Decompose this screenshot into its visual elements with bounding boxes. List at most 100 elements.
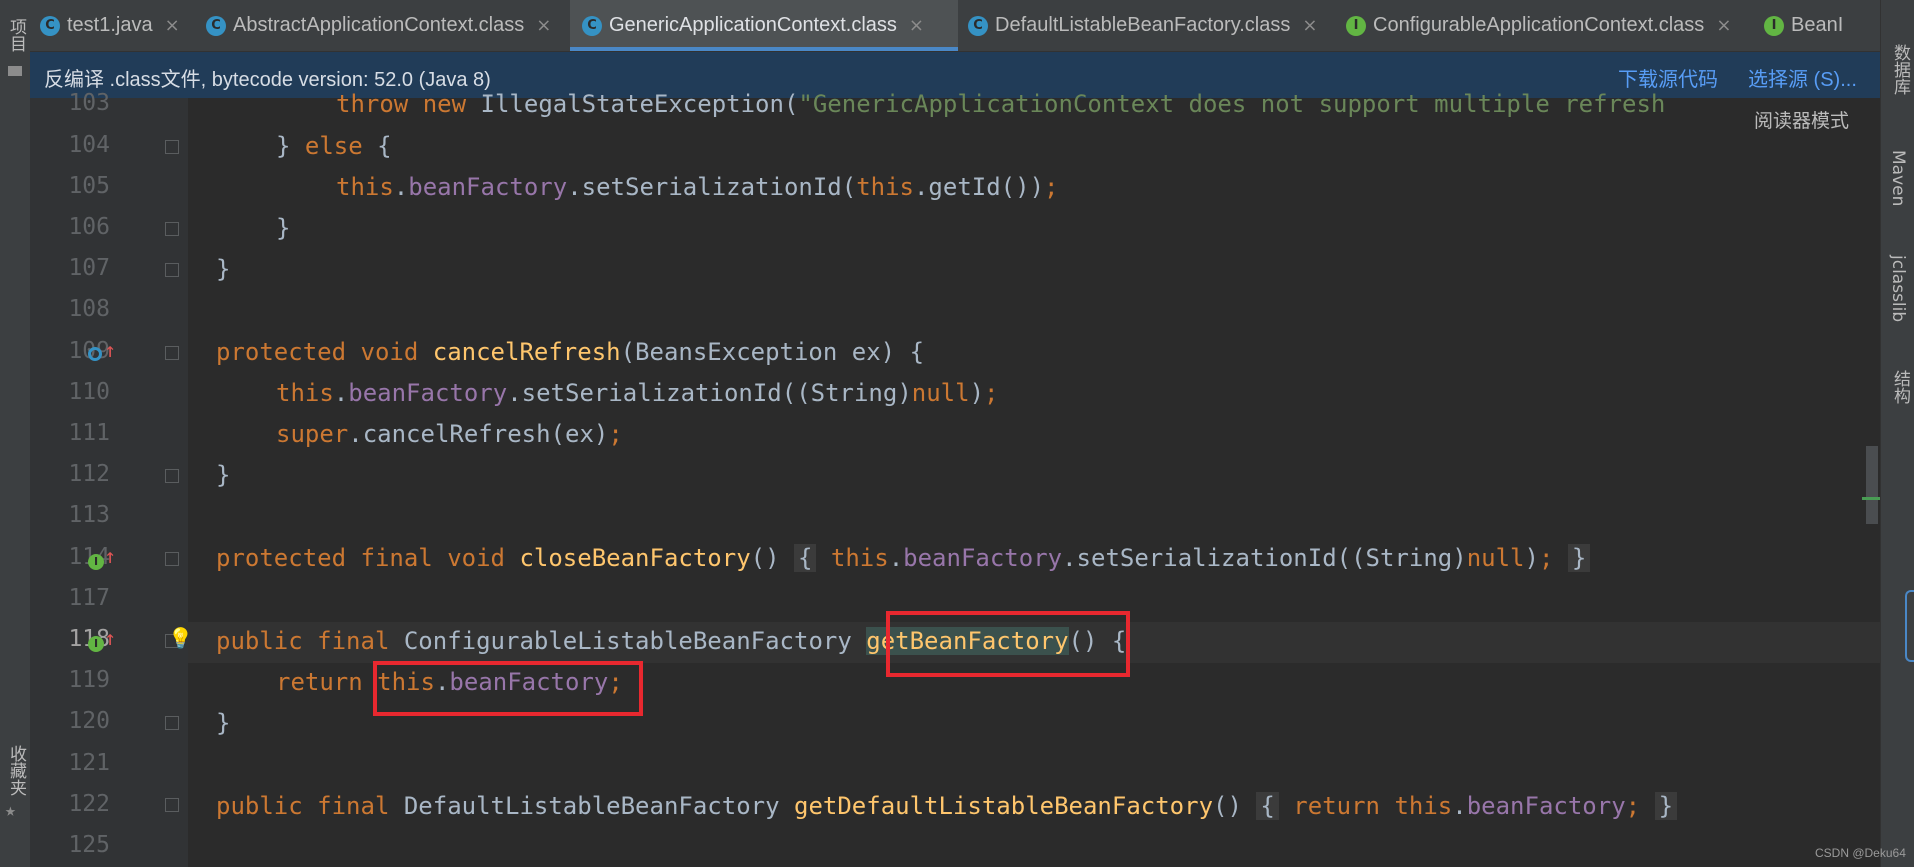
implements-icon[interactable]: I [88, 636, 104, 652]
fold-marker[interactable] [165, 140, 179, 154]
folder-icon [8, 66, 22, 76]
method-name: getDefaultListableBeanFactory [794, 792, 1214, 820]
code-line-109: protected void cancelRefresh(BeansExcept… [216, 332, 924, 372]
fold-marker[interactable] [165, 222, 179, 236]
folded-region-close[interactable]: } [1654, 792, 1678, 820]
semicolon: ; [1538, 544, 1554, 572]
code-text: () [1213, 792, 1242, 820]
database-tool-button[interactable]: 数据库 [1888, 44, 1913, 95]
tab-generic-application-context[interactable]: C GenericApplicationContext.class × [570, 0, 958, 51]
code-text: .setSerializationId((String) [507, 379, 912, 407]
keyword: return [276, 668, 363, 696]
close-icon[interactable]: × [1302, 15, 1317, 36]
highlight-box-getbeanfactory [886, 611, 1130, 677]
tab-default-listable-bean-factory[interactable]: C DefaultListableBeanFactory.class × [956, 0, 1338, 51]
semicolon: ; [608, 420, 623, 448]
tab-label: DefaultListableBeanFactory.class [995, 14, 1291, 36]
semicolon: ; [984, 379, 999, 407]
line-number: 111 [68, 420, 110, 446]
code-text: . [393, 173, 409, 201]
code-line-105: this.beanFactory.setSerializationId(this… [216, 167, 1058, 207]
code-line-120: } [216, 703, 230, 743]
favorites-tool-button[interactable]: 收藏夹 [4, 745, 29, 796]
editor-tab-bar: C test1.java × C AbstractApplicationCont… [30, 0, 1880, 52]
line-number: 104 [68, 132, 110, 158]
code-line-111: super.cancelRefresh(ex); [216, 414, 623, 454]
semicolon: ; [1044, 173, 1059, 201]
line-number: 120 [68, 708, 110, 734]
notification-indicator [1905, 590, 1914, 662]
tab-bean-interface[interactable]: I BeanI [1752, 0, 1880, 51]
keyword: public [216, 792, 303, 820]
vertical-scrollbar-thumb[interactable] [1866, 446, 1878, 524]
class-icon: C [206, 15, 226, 36]
fold-marker[interactable] [165, 346, 179, 360]
keyword: super [276, 420, 349, 448]
overrides-icon[interactable] [88, 347, 102, 361]
keyword: final [360, 544, 433, 572]
override-up-arrow-icon[interactable]: ↑ [104, 544, 116, 568]
keyword: new [422, 90, 467, 118]
code-line-110: this.beanFactory.setSerializationId((Str… [216, 373, 998, 413]
line-number: 125 [68, 832, 110, 858]
line-number: 105 [68, 173, 110, 199]
code-text: .setSerializationId( [567, 173, 857, 201]
keyword: public [216, 627, 303, 655]
fold-marker[interactable] [165, 716, 179, 730]
code-text: IllegalStateException( [480, 90, 799, 118]
keyword: final [317, 627, 390, 655]
line-number: 108 [68, 296, 110, 322]
close-icon[interactable]: × [1716, 15, 1731, 36]
method-name: cancelRefresh [432, 338, 621, 366]
fold-marker[interactable] [165, 552, 179, 566]
type-name: DefaultListableBeanFactory [403, 792, 780, 820]
project-tool-button[interactable]: 项目 [4, 18, 29, 52]
close-icon[interactable]: × [165, 15, 180, 36]
tab-label: test1.java [67, 14, 153, 36]
folded-region-open[interactable]: { [794, 544, 817, 572]
folded-region-close[interactable]: } [1567, 544, 1591, 572]
code-text: } [216, 255, 231, 283]
interface-icon: I [1346, 15, 1366, 36]
reader-mode-toggle[interactable]: 阅读器模式 [1754, 106, 1849, 133]
code-line-103: throw new IllegalStateException("Generic… [216, 84, 1665, 124]
tab-label: BeanI [1791, 14, 1844, 36]
jclasslib-tool-button[interactable]: jclasslib [1888, 255, 1908, 322]
code-text: ) [969, 379, 985, 407]
watermark: CSDN @Deku64 [1815, 846, 1906, 860]
code-text: . [333, 379, 349, 407]
keyword: this [276, 379, 334, 407]
tab-test1-java[interactable]: C test1.java × [30, 0, 196, 51]
field-name: beanFactory [348, 379, 508, 407]
implements-icon[interactable]: I [88, 554, 104, 570]
fold-marker[interactable] [165, 469, 179, 483]
structure-tool-button[interactable]: 结构 [1888, 370, 1913, 404]
close-icon[interactable]: × [536, 15, 551, 36]
folded-region-open[interactable]: { [1256, 792, 1279, 820]
keyword: throw [336, 90, 409, 118]
code-text: (BeansException ex) { [620, 338, 925, 366]
code-editor[interactable]: 💡 throw new IllegalStateException("Gener… [168, 90, 1880, 867]
code-text: ) [1524, 544, 1539, 572]
fold-marker[interactable] [165, 798, 179, 812]
choose-source-link[interactable]: 选择源 (S)... [1748, 63, 1857, 92]
override-up-arrow-icon[interactable]: ↑ [104, 338, 116, 362]
keyword: this [830, 544, 889, 572]
line-number: 121 [68, 750, 110, 776]
intention-bulb-icon[interactable]: 💡 [168, 626, 193, 650]
close-icon[interactable]: × [909, 15, 924, 36]
maven-tool-button[interactable]: Maven [1888, 150, 1908, 206]
line-number: 122 [68, 791, 110, 817]
field-name: beanFactory [1466, 792, 1626, 820]
tab-abstract-application-context[interactable]: C AbstractApplicationContext.class × [196, 0, 562, 51]
fold-marker[interactable] [165, 263, 179, 277]
code-line-106: } [216, 208, 290, 248]
keyword: this [1394, 792, 1453, 820]
keyword: this [336, 173, 394, 201]
override-up-arrow-icon[interactable]: ↑ [104, 626, 116, 650]
keyword: void [360, 338, 419, 366]
editor-gutter: 103 104 105 106 107 108 109 110 111 112 … [30, 90, 188, 867]
field-name: beanFactory [903, 544, 1063, 572]
change-marker [1862, 497, 1880, 500]
tab-configurable-application-context[interactable]: I ConfigurableApplicationContext.class × [1334, 0, 1746, 51]
